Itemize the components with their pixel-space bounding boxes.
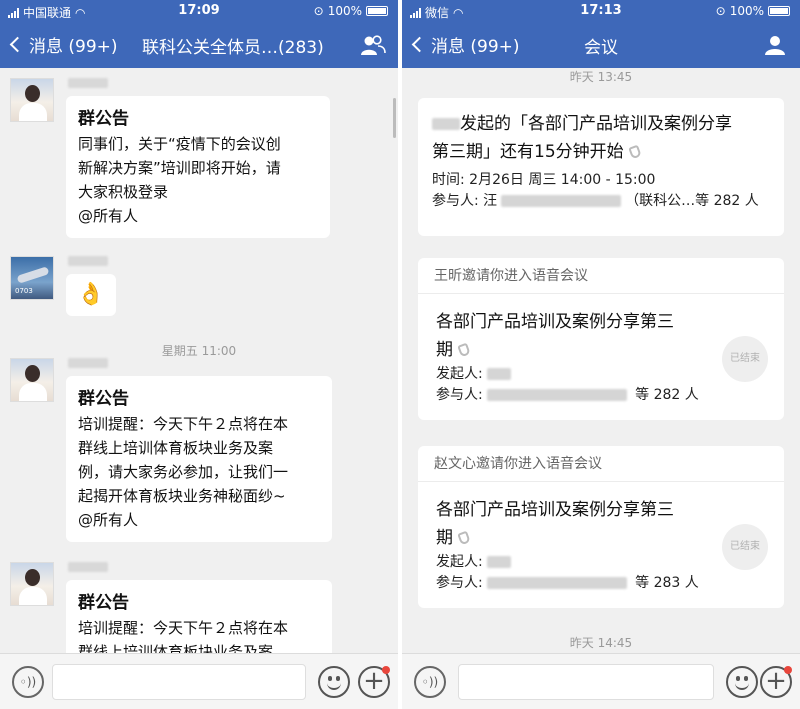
voice-meeting-invite-card[interactable]: 赵文心邀请你进入语音会议 各部门产品培训及案例分享第三 期 发起人: 参与人: … [418,446,784,608]
message-line: 培训提醒：今天下午２点将在本 [78,619,289,637]
avatar[interactable] [10,78,54,122]
message-line: 群线上培训体育板块业务及案 [78,643,274,653]
emoji-button[interactable] [726,666,758,698]
voice-icon: ◦)) [421,675,439,689]
redacted-names [487,389,628,401]
battery-percent: 100% [327,4,362,18]
announcement-title: 群公告 [78,389,129,409]
reminder-title-line2: 第三期」还有15分钟开始 [432,138,770,166]
meeting-title: 各部门产品培训及案例分享第三 [436,500,674,520]
orientation-lock-icon: ⊙ [313,4,324,18]
mention-all: @所有人 [78,207,139,225]
announcement-title: 群公告 [78,109,129,129]
meeting-title-line2: 期 [436,336,699,364]
chat-title: 联科公关全体员…(283) [142,38,324,58]
message-line: 起揭开体育板块业务神秘面纱~ [78,487,286,505]
sender-name-redacted [68,358,108,368]
input-bar: ◦)) + [0,653,398,709]
redacted-name [487,556,512,568]
message-line: 大家积极登录 [78,183,169,201]
meeting-participants: 参与人: 汪（联科公…等 282 人 [432,193,759,209]
voice-input-button[interactable]: ◦)) [414,666,446,698]
scrollbar[interactable] [393,98,396,138]
sender-name-redacted [68,256,108,266]
message-input[interactable] [458,664,714,700]
message-line: 同事们，关于“疫情下的会议创 [78,135,281,153]
chat-title: 会议 [584,38,618,58]
phone-icon [457,342,471,358]
timestamp: 昨天 14:45 [569,636,633,650]
timestamp: 昨天 13:45 [569,70,633,84]
message-line: 新解决方案”培训即将开始，请 [78,159,281,177]
reminder-title: 发起的「各部门产品培训及案例分享 [432,110,770,138]
notification-dot [784,666,792,674]
meeting-title: 各部门产品培训及案例分享第三 [436,312,674,332]
group-members-icon[interactable] [360,34,386,56]
voice-input-button[interactable]: ◦)) [12,666,44,698]
back-label: 消息 (99+) [29,37,118,57]
meeting-chat-screen: 微信 ◠ 17:13 ⊙ 100% 消息 (99+) 会议 昨天 13:45 发… [402,0,800,709]
avatar[interactable] [10,562,54,606]
message-line: 群线上培训体育板块业务及案 [78,439,274,457]
battery-percent: 100% [729,4,764,18]
message-list[interactable]: 群公告 同事们，关于“疫情下的会议创 新解决方案”培训即将开始，请 大家积极登录… [0,68,398,653]
meeting-initiator: 发起人: [436,552,699,573]
meeting-participants: 参与人: 等 283 人 [436,575,699,591]
nav-bar: 消息 (99+) 联科公关全体员…(283) [0,22,398,68]
announcement-bubble[interactable]: 群公告 培训提醒：今天下午２点将在本 群线上培训体育板块业务及案 例，请大家务必… [66,376,332,542]
phone-icon [457,530,471,546]
notification-dot [382,666,390,674]
orientation-lock-icon: ⊙ [715,4,726,18]
meeting-ended-badge: 已结束 [722,524,768,570]
message-line: 例，请大家务必参加，让我们一 [78,463,289,481]
emoji-button[interactable] [318,666,350,698]
profile-icon[interactable] [762,34,788,56]
message-line: 培训提醒：今天下午２点将在本 [78,415,289,433]
voice-meeting-invite-card[interactable]: 王昕邀请你进入语音会议 各部门产品培训及案例分享第三 期 发起人: 参与人: 等… [418,258,784,420]
message-input[interactable] [52,664,306,700]
input-bar: ◦)) + [402,653,800,709]
sender-name-redacted [68,78,108,88]
redacted-name [487,368,512,380]
invite-header: 赵文心邀请你进入语音会议 [418,446,784,482]
redacted-name [432,118,460,130]
meeting-ended-badge: 已结束 [722,336,768,382]
battery-icon [768,6,790,16]
meeting-reminder-card[interactable]: 发起的「各部门产品培训及案例分享 第三期」还有15分钟开始 时间: 2月26日 … [418,98,784,236]
more-actions-button[interactable]: + [358,666,390,698]
sender-name-redacted [68,562,108,572]
message-list[interactable]: 昨天 13:45 发起的「各部门产品培训及案例分享 第三期」还有15分钟开始 时… [402,68,800,653]
meeting-time: 时间: 2月26日 周三 14:00 - 15:00 [432,172,656,188]
status-bar: 微信 ◠ 17:13 ⊙ 100% [402,0,800,22]
nav-bar: 消息 (99+) 会议 [402,22,800,68]
announcement-bubble[interactable]: 群公告 同事们，关于“疫情下的会议创 新解决方案”培训即将开始，请 大家积极登录… [66,96,330,238]
more-actions-button[interactable]: + [760,666,792,698]
ok-hand-emoji: 👌 [77,282,105,307]
announcement-title: 群公告 [78,593,129,613]
emoji-bubble[interactable]: 👌 [66,274,116,316]
status-bar: 中国联通 ◠ 17:09 ⊙ 100% [0,0,398,22]
meeting-participants: 参与人: 等 282 人 [436,387,699,403]
announcement-bubble[interactable]: 群公告 培训提醒：今天下午２点将在本 群线上培训体育板块业务及案 [66,580,332,653]
redacted-names [487,577,628,589]
meeting-initiator: 发起人: [436,364,699,385]
battery-icon [366,6,388,16]
back-button[interactable]: 消息 (99+) [8,32,118,57]
invite-header: 王昕邀请你进入语音会议 [418,258,784,294]
redacted-names [501,195,622,207]
group-chat-screen: 中国联通 ◠ 17:09 ⊙ 100% 消息 (99+) 联科公关全体员…(28… [0,0,398,709]
avatar[interactable] [10,358,54,402]
phone-icon [627,144,642,160]
voice-icon: ◦)) [19,675,37,689]
meeting-title-line2: 期 [436,524,699,552]
avatar[interactable]: 0703 [10,256,54,300]
timestamp: 星期五 11:00 [161,344,237,358]
chevron-left-icon [9,36,26,53]
mention-all: @所有人 [78,511,139,529]
